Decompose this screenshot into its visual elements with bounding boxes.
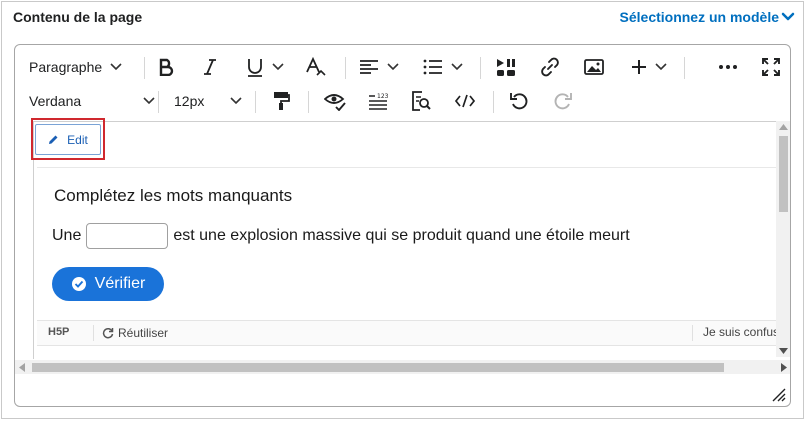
font-size-select[interactable]: 12px bbox=[174, 84, 242, 118]
font-family-select[interactable]: Verdana bbox=[29, 84, 155, 118]
reuse-label: Réutiliser bbox=[118, 326, 169, 340]
reuse-button[interactable]: Réutiliser bbox=[93, 325, 168, 341]
chevron-down-icon bbox=[272, 63, 284, 71]
chevron-down-icon bbox=[110, 63, 122, 71]
bold-button[interactable] bbox=[153, 50, 179, 84]
paint-roller-icon bbox=[274, 92, 290, 110]
chevron-down-icon bbox=[655, 63, 667, 71]
fill-in-sentence: Une est une explosion massive qui se pro… bbox=[52, 223, 630, 249]
underline-icon bbox=[248, 59, 262, 77]
blank-input[interactable] bbox=[86, 223, 169, 249]
resize-handle-icon[interactable] bbox=[770, 386, 786, 402]
fullscreen-icon bbox=[762, 58, 780, 76]
toolbar-separator bbox=[493, 91, 494, 113]
select-template-link[interactable]: Sélectionnez un modèle bbox=[620, 9, 779, 25]
find-icon bbox=[412, 91, 431, 111]
find-replace-button[interactable] bbox=[408, 84, 434, 118]
toolbar-separator bbox=[684, 57, 685, 79]
vertical-scroll-thumb[interactable] bbox=[779, 136, 788, 212]
edit-button-highlight bbox=[31, 118, 105, 160]
insert-link-button[interactable] bbox=[537, 50, 563, 84]
refresh-icon bbox=[102, 327, 114, 339]
confused-label: Je suis confus bbox=[703, 325, 780, 339]
horizontal-scrollbar[interactable] bbox=[15, 360, 790, 374]
toolbar-separator bbox=[345, 57, 346, 79]
toolbar-row-1: Paragraphe bbox=[15, 50, 790, 84]
list-icon bbox=[423, 59, 442, 75]
ellipsis-icon bbox=[719, 65, 737, 69]
format-painter-button[interactable] bbox=[268, 84, 294, 118]
font-size-value: 12px bbox=[174, 93, 205, 109]
chevron-down-icon[interactable] bbox=[781, 11, 795, 23]
source-code-button[interactable] bbox=[452, 84, 478, 118]
redo-button bbox=[550, 84, 576, 118]
redo-icon bbox=[554, 93, 572, 110]
underline-button[interactable] bbox=[243, 50, 287, 84]
italic-button[interactable] bbox=[197, 50, 223, 84]
code-icon bbox=[455, 94, 475, 108]
align-button[interactable] bbox=[357, 50, 401, 84]
scroll-right-icon[interactable] bbox=[781, 363, 787, 372]
undo-icon bbox=[510, 93, 528, 110]
word-count-icon: 123 bbox=[369, 93, 389, 110]
toolbar-separator bbox=[158, 91, 159, 113]
eye-check-icon bbox=[324, 94, 346, 111]
block-format-select[interactable]: Paragraphe bbox=[29, 50, 139, 84]
horizontal-scroll-thumb[interactable] bbox=[32, 363, 724, 372]
bold-icon bbox=[159, 58, 174, 76]
italic-icon bbox=[204, 59, 216, 75]
confused-button[interactable]: Je suis confus bbox=[692, 325, 779, 341]
font-family-value: Verdana bbox=[29, 93, 82, 109]
sentence-after: est une explosion massive qui se produit… bbox=[173, 227, 630, 244]
vertical-scrollbar[interactable] bbox=[776, 121, 790, 357]
toolbar-separator bbox=[255, 91, 256, 113]
sentence-before: Une bbox=[52, 227, 82, 244]
undo-button[interactable] bbox=[506, 84, 532, 118]
block-format-value: Paragraphe bbox=[29, 59, 103, 75]
panel-title: Contenu de la page bbox=[13, 9, 143, 25]
scroll-up-icon[interactable] bbox=[779, 124, 788, 130]
insert-image-button[interactable] bbox=[581, 50, 607, 84]
chevron-down-icon bbox=[387, 63, 399, 71]
toolbar-separator bbox=[144, 57, 145, 79]
image-icon bbox=[584, 59, 604, 75]
align-left-icon bbox=[360, 60, 378, 74]
scroll-left-icon[interactable] bbox=[19, 363, 25, 372]
toolbar-separator bbox=[308, 91, 309, 113]
h5p-logo[interactable]: H5P bbox=[48, 326, 69, 338]
insert-more-button[interactable] bbox=[627, 50, 671, 84]
scroll-down-icon[interactable] bbox=[779, 348, 788, 354]
chevron-down-icon bbox=[451, 63, 463, 71]
chevron-down-icon bbox=[230, 97, 242, 105]
link-icon bbox=[541, 57, 559, 77]
plus-icon bbox=[632, 60, 646, 74]
word-count-button[interactable]: 123 bbox=[365, 84, 391, 118]
text-format-button[interactable] bbox=[303, 50, 329, 84]
check-button-label: Vérifier bbox=[94, 275, 146, 292]
insert-media-button[interactable] bbox=[493, 50, 519, 84]
fullscreen-button[interactable] bbox=[758, 50, 784, 84]
text-style-icon bbox=[306, 57, 326, 76]
check-button[interactable]: Vérifier bbox=[52, 267, 164, 301]
more-options-button[interactable] bbox=[715, 50, 741, 84]
chevron-down-icon bbox=[143, 97, 155, 105]
toolbar-separator bbox=[480, 57, 481, 79]
list-button[interactable] bbox=[421, 50, 465, 84]
toolbar-row-2: Verdana 12px 123 bbox=[15, 84, 790, 118]
activity-title: Complétez les mots manquants bbox=[54, 186, 293, 205]
media-icon bbox=[497, 59, 515, 76]
h5p-footer: H5P Réutiliser Je suis confus bbox=[37, 320, 779, 346]
accessibility-check-button[interactable] bbox=[322, 84, 348, 118]
check-circle-icon bbox=[71, 277, 86, 291]
svg-text:123: 123 bbox=[377, 93, 389, 100]
rich-text-editor: Paragraphe Verdana 12px 123 Edit Complét… bbox=[14, 44, 791, 407]
